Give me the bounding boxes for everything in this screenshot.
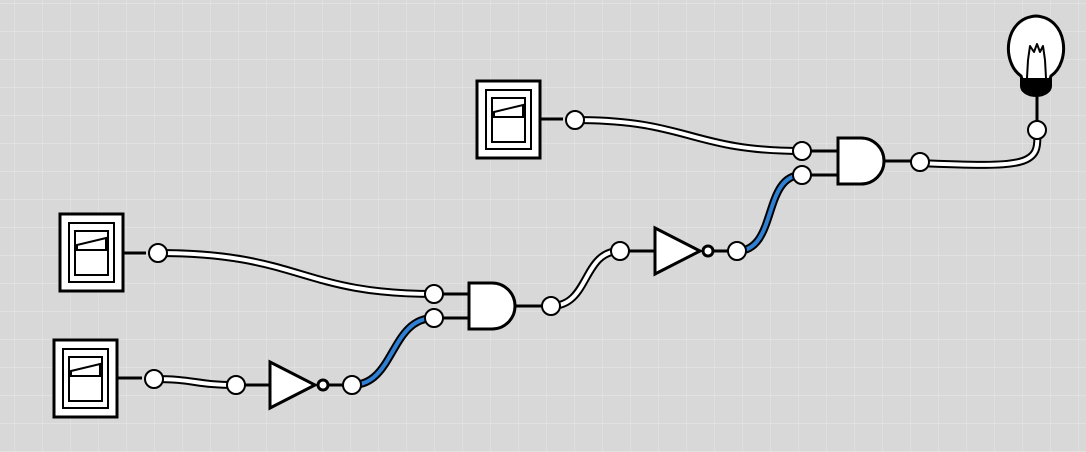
switch-middle-output-port[interactable] [148, 243, 168, 263]
grid-background [0, 0, 1086, 452]
light-bulb-input-port[interactable] [1027, 120, 1047, 140]
switch-top-output-port[interactable] [565, 110, 585, 130]
and-gate-icon [467, 281, 517, 331]
and-gate-upper-input-a-port[interactable] [792, 141, 812, 161]
not-gate-upper-input-port[interactable] [610, 241, 630, 261]
not-gate-upper-output-port[interactable] [727, 241, 747, 261]
inverter-bubble-icon [701, 244, 715, 258]
and-gate-upper-input-b-port[interactable] [792, 165, 812, 185]
circuit-canvas[interactable] [0, 0, 1086, 452]
and-gate-lower-output-port[interactable] [541, 296, 561, 316]
and-gate-upper-output-port[interactable] [910, 152, 930, 172]
and-gate-lower-input-a-port[interactable] [424, 284, 444, 304]
and-gate-lower-input-b-port[interactable] [424, 308, 444, 328]
inverter-bubble-icon [316, 378, 330, 392]
not-gate-lower-input-port[interactable] [226, 375, 246, 395]
and-gate-icon [836, 136, 886, 186]
not-gate-lower-output-port[interactable] [342, 375, 362, 395]
switch-bottom-output-port[interactable] [144, 369, 164, 389]
